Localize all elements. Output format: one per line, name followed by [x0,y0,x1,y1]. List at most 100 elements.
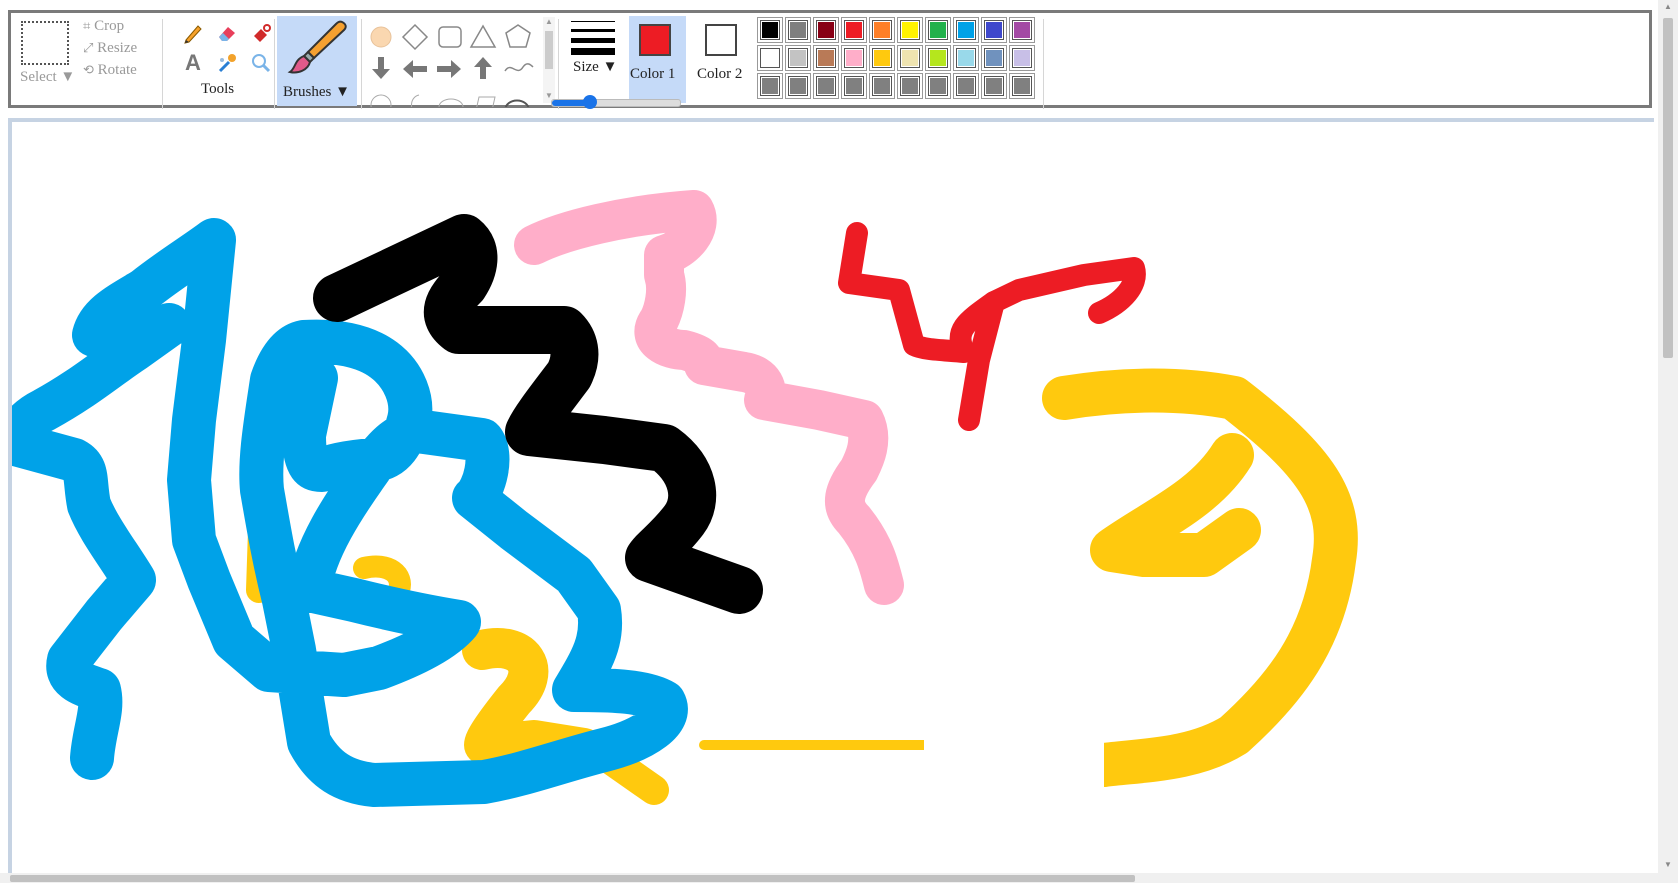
circle-icon[interactable] [370,94,392,107]
palette-swatch[interactable] [841,45,867,71]
palette-swatch[interactable] [869,17,895,43]
palette-swatch[interactable] [1009,73,1035,99]
shapes-scroll-thumb[interactable] [545,31,553,69]
pencil-icon[interactable] [181,21,205,45]
palette-swatch[interactable] [981,45,1007,71]
parallelogram-icon[interactable] [475,96,496,107]
arrow-down-icon[interactable] [372,57,390,79]
palette-swatch-color [900,20,920,40]
curve-icon[interactable] [504,63,534,72]
palette-swatch-color [760,48,780,68]
palette-swatch-color [1012,76,1032,96]
rotate-icon: ⟲ [83,62,94,77]
arrow-left-icon[interactable] [403,60,427,78]
palette-swatch[interactable] [841,73,867,99]
crop-icon: ⌗ [83,18,91,33]
palette-swatch[interactable] [925,73,951,99]
separator [162,19,163,109]
horizontal-scroll-thumb[interactable] [10,875,1135,882]
palette-swatch-color [872,76,892,96]
ellipse-icon[interactable] [438,98,464,107]
palette-swatch[interactable] [981,73,1007,99]
shapes-scroll-up-icon[interactable]: ▲ [545,17,553,26]
color1-button[interactable]: Color 1 [629,16,686,103]
vertical-scrollbar[interactable]: ▲ ▼ [1658,0,1678,883]
palette-swatch-color [984,76,1004,96]
palette-swatch-color [816,48,836,68]
palette-swatch-color [956,76,976,96]
resize-button[interactable]: ⤢ Resize [83,40,137,57]
color-picker-icon[interactable] [215,51,239,75]
scroll-down-icon[interactable]: ▼ [1664,860,1672,869]
brushes-button[interactable]: Brushes ▼ [277,16,357,106]
palette-swatch-color [984,20,1004,40]
vertical-scroll-thumb[interactable] [1663,18,1673,358]
rounded-rect-icon[interactable] [438,26,462,48]
palette-swatch[interactable] [757,17,783,43]
crop-button[interactable]: ⌗ Crop [83,18,124,35]
palette-swatch[interactable] [897,73,923,99]
horizontal-scrollbar[interactable] [0,873,1658,883]
palette-swatch[interactable] [813,45,839,71]
palette-swatch-color [816,76,836,96]
palette-swatch[interactable] [981,17,1007,43]
separator [361,19,362,109]
palette-swatch-color [788,20,808,40]
palette-swatch[interactable] [757,45,783,71]
palette-swatch-color [844,76,864,96]
palette-swatch[interactable] [897,17,923,43]
palette-swatch-color [956,20,976,40]
palette-swatch[interactable] [953,17,979,43]
eraser-icon[interactable] [215,21,239,45]
palette-swatch[interactable] [757,73,783,99]
palette-swatch-color [872,20,892,40]
select-tool[interactable] [21,21,69,65]
palette-swatch-color [928,20,948,40]
palette-swatch[interactable] [869,45,895,71]
palette-swatch[interactable] [1009,45,1035,71]
drawing-canvas[interactable] [8,118,1654,878]
palette-swatch[interactable] [925,45,951,71]
palette-swatch[interactable] [953,73,979,99]
diamond-icon[interactable] [401,23,429,51]
scroll-up-icon[interactable]: ▲ [1664,2,1672,11]
select-label[interactable]: Select ▼ [20,69,75,86]
palette-swatch-color [1012,20,1032,40]
pink-stroke [514,190,904,605]
palette-swatch[interactable] [869,73,895,99]
brush-size-slider-knob[interactable] [583,95,598,109]
palette-swatch[interactable] [1009,17,1035,43]
palette-swatch[interactable] [813,73,839,99]
palette-swatch[interactable] [841,17,867,43]
crop-label: Crop [94,18,125,34]
color2-label: Color 2 [697,66,743,82]
oval-icon[interactable] [370,26,392,48]
magnifier-icon[interactable] [249,51,273,75]
yellow-stroke [1042,368,1358,787]
pentagon-icon[interactable] [505,24,531,48]
arrow-up-icon[interactable] [474,57,492,79]
palette-swatch[interactable] [925,17,951,43]
triangle-icon[interactable] [469,24,497,48]
brush-size-slider[interactable] [551,95,681,109]
arc-icon[interactable] [504,99,530,108]
text-icon[interactable]: A [181,50,205,75]
separator [558,19,559,109]
shapes-scrollbar[interactable]: ▲ ▼ [543,17,555,103]
size-button[interactable]: Size ▼ [563,17,619,79]
palette-swatch[interactable] [953,45,979,71]
color2-button[interactable]: Color 2 [691,16,751,103]
fill-bucket-icon[interactable] [249,21,273,45]
palette-swatch-color [788,76,808,96]
palette-swatch[interactable] [785,17,811,43]
arrow-right-icon[interactable] [437,60,461,78]
rotate-button[interactable]: ⟲ Rotate [83,62,137,79]
palette-swatch[interactable] [897,45,923,71]
palette-swatch[interactable] [813,17,839,43]
separator [1043,19,1044,109]
moon-icon[interactable] [411,94,420,107]
palette-swatch-color [1012,48,1032,68]
separator [274,19,275,109]
palette-swatch[interactable] [785,45,811,71]
palette-swatch[interactable] [785,73,811,99]
